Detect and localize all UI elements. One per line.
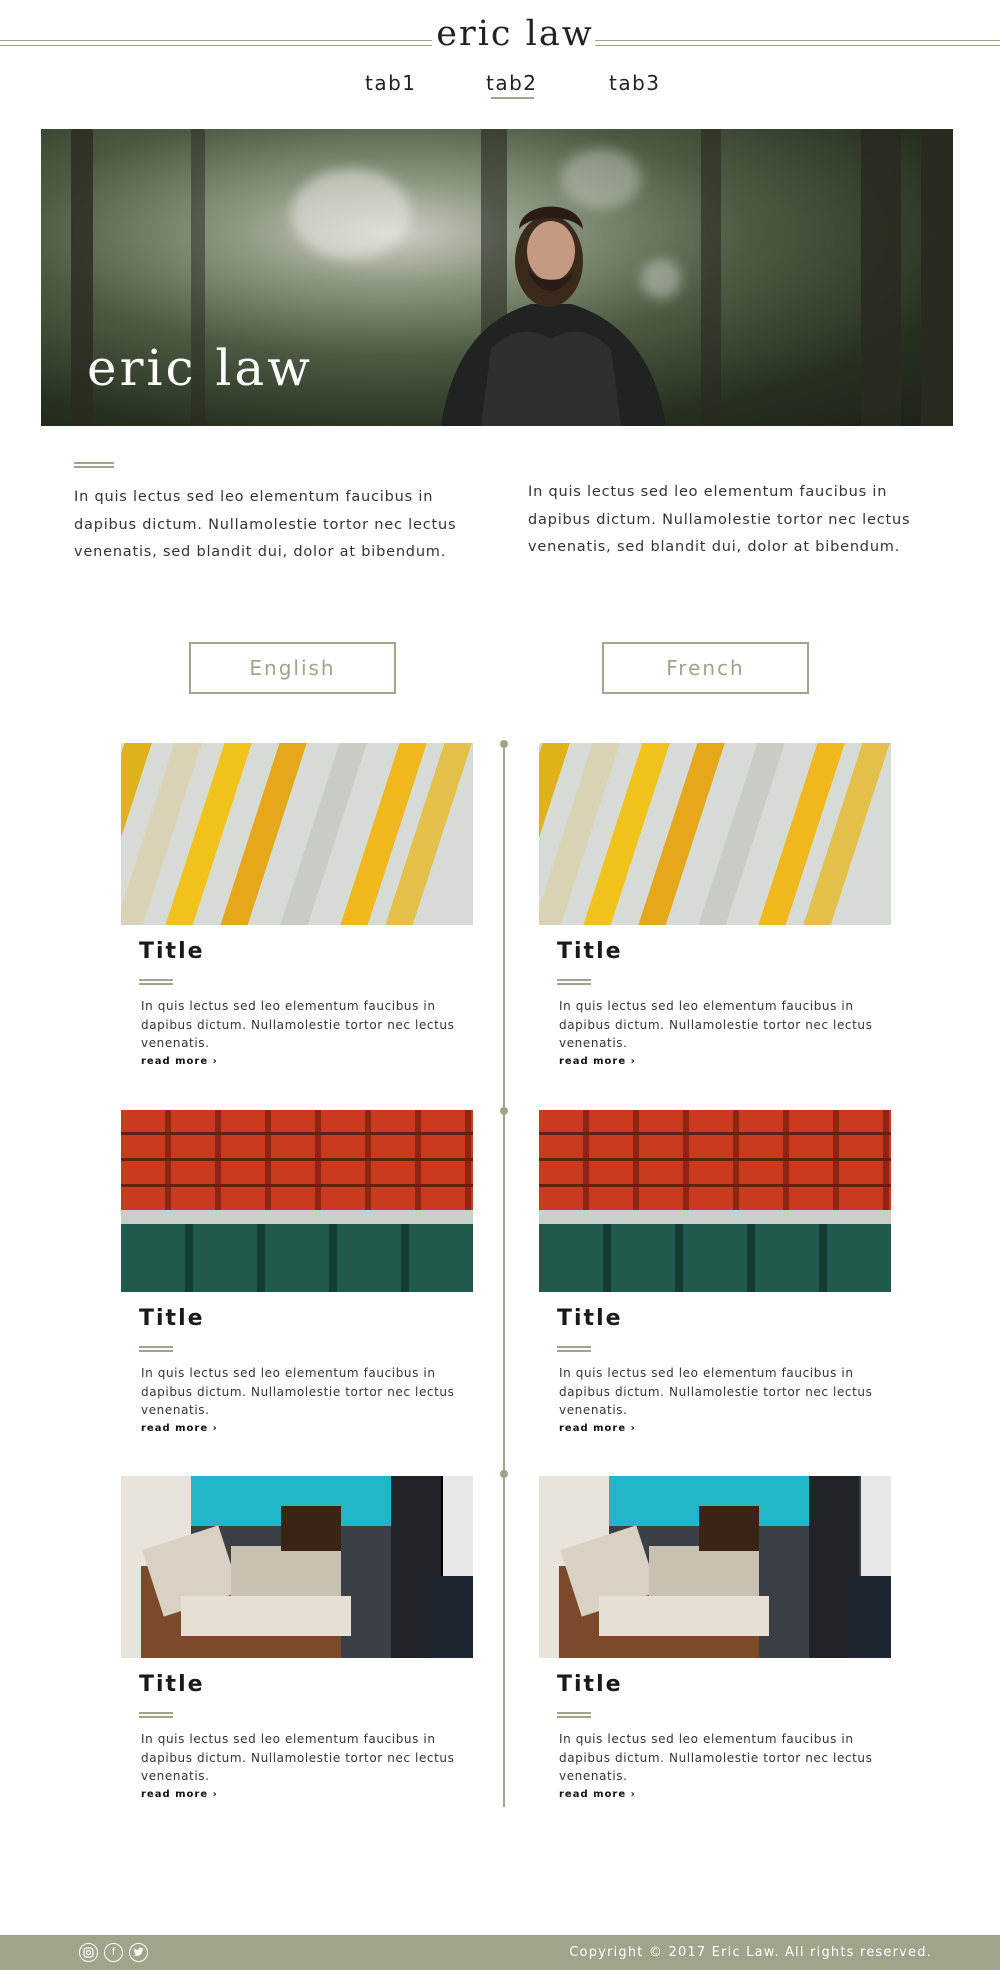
site-header: eric law tab1 tab2 tab3	[0, 0, 1000, 120]
card-rule	[557, 1712, 591, 1718]
header-rule-right	[595, 40, 1000, 46]
hero-person-photo	[441, 206, 666, 426]
french-button[interactable]: French	[602, 642, 809, 694]
french-card-1[interactable]: Title In quis lectus sed leo elementum f…	[539, 743, 891, 1067]
card-text: In quis lectus sed leo elementum faucibu…	[141, 1366, 455, 1417]
timeline-line	[503, 744, 505, 1807]
card-rule	[139, 1712, 173, 1718]
read-more-link[interactable]: read more ›	[141, 1056, 218, 1067]
card-rule	[557, 1346, 591, 1352]
twitter-icon[interactable]	[129, 1943, 148, 1962]
intro-text-left: In quis lectus sed leo elementum faucibu…	[74, 489, 457, 560]
stadium-seats-photo[interactable]	[539, 1110, 891, 1292]
tab-1[interactable]: tab1	[365, 71, 417, 95]
card-title: Title	[557, 1672, 623, 1697]
card-title: Title	[139, 939, 205, 964]
timeline-dot	[500, 1470, 508, 1478]
building-photo[interactable]	[121, 743, 473, 925]
card-title: Title	[139, 1672, 205, 1697]
timeline-dot	[500, 1107, 508, 1115]
english-card-2[interactable]: Title In quis lectus sed leo elementum f…	[121, 1110, 473, 1434]
intro-text-right: In quis lectus sed leo elementum faucibu…	[528, 484, 911, 555]
tab-3[interactable]: tab3	[609, 71, 661, 95]
header-rule-left	[0, 40, 432, 46]
record-store-photo[interactable]	[121, 1476, 473, 1658]
french-card-2[interactable]: Title In quis lectus sed leo elementum f…	[539, 1110, 891, 1434]
tab-2[interactable]: tab2	[486, 71, 538, 95]
card-text: In quis lectus sed leo elementum faucibu…	[559, 999, 873, 1050]
read-more-link[interactable]: read more ›	[559, 1423, 636, 1434]
site-brand[interactable]: eric law	[430, 14, 600, 54]
card-rule	[557, 979, 591, 985]
card-title: Title	[557, 939, 623, 964]
instagram-icon[interactable]	[79, 1943, 98, 1962]
intro-rule	[74, 462, 114, 468]
card-title: Title	[139, 1306, 205, 1331]
card-text: In quis lectus sed leo elementum faucibu…	[559, 1732, 873, 1783]
card-title: Title	[557, 1306, 623, 1331]
read-more-link[interactable]: read more ›	[559, 1056, 636, 1067]
card-text: In quis lectus sed leo elementum faucibu…	[141, 999, 455, 1050]
read-more-link[interactable]: read more ›	[559, 1789, 636, 1800]
english-card-3[interactable]: Title In quis lectus sed leo elementum f…	[121, 1476, 473, 1800]
french-card-3[interactable]: Title In quis lectus sed leo elementum f…	[539, 1476, 891, 1800]
stadium-seats-photo[interactable]	[121, 1110, 473, 1292]
card-rule	[139, 1346, 173, 1352]
card-rule	[139, 979, 173, 985]
site-footer: f Copyright © 2017 Eric Law. All rights …	[0, 1935, 1000, 1970]
read-more-link[interactable]: read more ›	[141, 1423, 218, 1434]
english-button[interactable]: English	[189, 642, 396, 694]
hero-title: eric law	[87, 339, 313, 397]
active-tab-indicator	[491, 97, 534, 99]
timeline-dot	[500, 740, 508, 748]
card-text: In quis lectus sed leo elementum faucibu…	[559, 1366, 873, 1417]
card-text: In quis lectus sed leo elementum faucibu…	[141, 1732, 455, 1783]
building-photo[interactable]	[539, 743, 891, 925]
record-store-photo[interactable]	[539, 1476, 891, 1658]
hero-banner: eric law	[41, 129, 953, 426]
facebook-icon[interactable]: f	[104, 1943, 123, 1962]
read-more-link[interactable]: read more ›	[141, 1789, 218, 1800]
english-card-1[interactable]: Title In quis lectus sed leo elementum f…	[121, 743, 473, 1067]
copyright-text: Copyright © 2017 Eric Law. All rights re…	[569, 1945, 932, 1960]
